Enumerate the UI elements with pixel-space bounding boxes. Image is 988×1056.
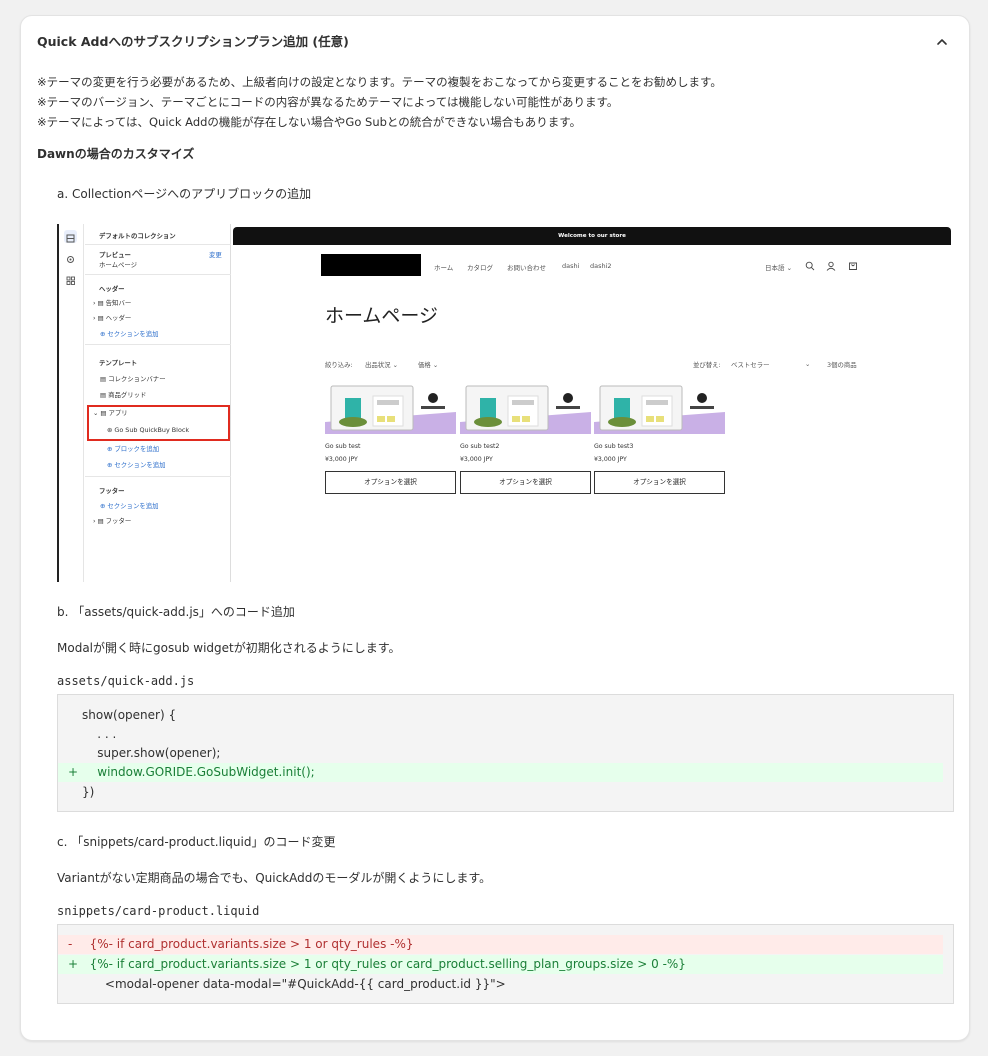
product-image [594,384,725,434]
nav-item: dashi2 [590,262,612,270]
quick-add-section-card: Quick Addへのサブスクリプションプラン追加 (任意) ※テーマの変更を行… [20,15,970,1041]
add-section-link: ⊕ セクションを追加 [107,461,166,469]
code-line: <modal-opener data-modal="#QuickAdd-{{ c… [82,977,506,991]
cart-icon [849,262,857,270]
theme-editor-screenshot: デフォルトのコレクション プレビュー 変更 ホームページ ヘッダー › ▤ 告知… [57,224,954,582]
footer-group-label: フッター [99,487,125,495]
code-block: - {%- if card_product.variants.size > 1 … [57,924,954,1004]
sidebar-item-product-grid: ▤ 商品グリッド [100,391,147,399]
announcement-bar: Welcome to our store [233,227,951,245]
step-c-label: c. 「snippets/card-product.liquid」のコード変更 [57,835,336,849]
template-group-label: テンプレート [99,359,138,367]
code-line-added: + window.GORIDE.GoSubWidget.init(); [58,763,943,782]
add-section-link: ⊕ セクションを追加 [100,330,159,338]
choose-options-button: オプションを選択 [460,471,591,494]
caution-note: ※テーマによっては、Quick Addの機能が存在しない場合やGo Subとの統… [37,115,582,129]
change-link: 変更 [209,251,222,259]
step-b-label: b. 「assets/quick-add.js」へのコード追加 [57,605,295,619]
product-count: 3個の商品 [827,361,857,369]
preview-label: プレビュー [99,251,131,259]
product-price: ¥3,000 JPY [594,456,627,463]
step-b-description: Modalが開く時にgosub widgetが初期化されるようにします。 [57,641,401,655]
sort-value: ベストセラー [731,361,770,369]
nav-item: お問い合わせ [507,264,546,272]
editor-sidebar: デフォルトのコレクション プレビュー 変更 ホームページ ヘッダー › ▤ 告知… [85,224,231,582]
code-line: show(opener) { [82,708,177,722]
code-line-removed: - {%- if card_product.variants.size > 1 … [58,935,943,954]
product-name: Go sub test2 [460,443,500,450]
filter-price: 価格 ⌄ [418,361,439,369]
sidebar-item-header: › ▤ ヘッダー [93,314,132,322]
sections-icon [64,230,77,243]
editor-rail [57,224,84,582]
sidebar-item-collection-banner: ▤ コレクションバナー [100,375,166,383]
sort-label: 並び替え: [693,361,721,369]
code-line: }) [82,785,95,799]
caution-note: ※テーマのバージョン、テーマごとにコードの内容が異なるためテーマによっては機能し… [37,95,619,109]
step-c-description: Variantがない定期商品の場合でも、QuickAddのモーダルが開くようにし… [57,871,492,885]
filter-label: 絞り込み: [325,361,353,369]
card-title: Quick Addへのサブスクリプションプラン追加 (任意) [37,34,349,49]
code-block: show(opener) { . . . super.show(opener);… [57,694,954,812]
header-group-label: ヘッダー [99,285,125,293]
file-name: snippets/card-product.liquid [57,904,260,918]
code-line-added: + {%- if card_product.variants.size > 1 … [58,955,943,974]
store-preview: Welcome to our store ホーム カタログ お問い合わせ das… [233,227,951,582]
product-price: ¥3,000 JPY [325,456,358,463]
card-header[interactable]: Quick Addへのサブスクリプションプラン追加 (任意) [37,32,953,52]
add-block-link: ⊕ ブロックを追加 [107,445,160,453]
page-title: ホームページ [325,305,439,327]
product-name: Go sub test3 [594,443,634,450]
apps-icon [64,272,77,285]
account-icon [826,261,836,271]
section-heading: Dawnの場合のカスタマイズ [37,147,195,161]
search-icon [805,261,815,271]
add-section-link: ⊕ セクションを追加 [100,502,159,510]
language-select: 日本語 ⌄ [765,264,793,272]
nav-item: ホーム [434,264,454,272]
sidebar-item-footer: › ▤ フッター [93,517,132,525]
highlight-box [87,405,230,441]
caution-note: ※テーマの変更を行う必要があるため、上級者向けの設定となります。テーマの複製をお… [37,75,722,89]
sort-chevron-icon: ⌄ [805,360,811,368]
code-line: super.show(opener); [82,746,221,760]
code-line: . . . [82,727,117,741]
product-price: ¥3,000 JPY [460,456,493,463]
choose-options-button: オプションを選択 [325,471,456,494]
nav-item: カタログ [467,264,493,272]
collection-title: デフォルトのコレクション [99,232,176,240]
preview-page: ホームページ [99,261,138,269]
product-image [460,384,591,434]
product-name: Go sub test [325,443,361,450]
chevron-up-icon[interactable] [935,35,949,49]
settings-gear-icon [64,251,77,264]
store-logo [321,254,421,276]
product-image [325,384,456,434]
file-name: assets/quick-add.js [57,674,195,688]
caution-notes: ※テーマの変更を行う必要があるため、上級者向けの設定となります。テーマの複製をお… [37,72,722,132]
step-a-label: a. Collectionページへのアプリブロックの追加 [57,187,312,201]
filter-availability: 出品状況 ⌄ [365,361,398,369]
sidebar-item-notice-bar: › ▤ 告知バー [93,299,132,307]
choose-options-button: オプションを選択 [594,471,725,494]
nav-item: dashi [562,262,580,270]
